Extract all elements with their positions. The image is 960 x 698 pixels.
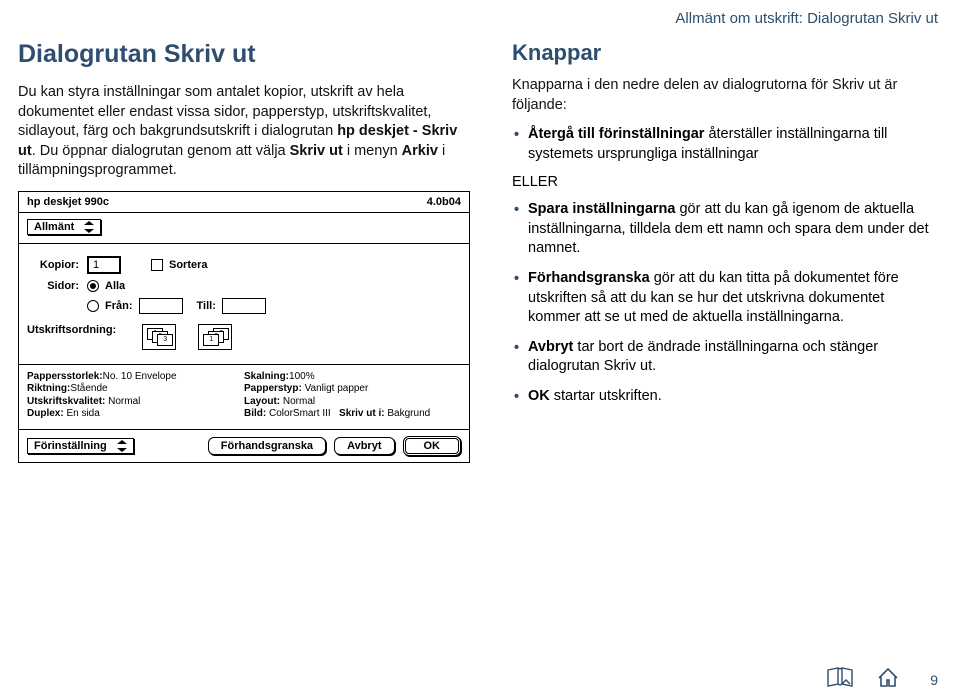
- sum-bg-k: Skriv ut i:: [339, 408, 385, 419]
- list-item: OK startar utskriften.: [512, 387, 940, 407]
- intro-text-e: i menyn: [343, 143, 402, 159]
- bullet-bold: Återgå till förinställningar: [528, 126, 704, 142]
- sum-orient-k: Riktning:: [27, 383, 70, 394]
- ok-button[interactable]: OK: [403, 436, 462, 456]
- print-dialog: hp deskjet 990c 4.0b04 Allmänt Kopior: S…: [18, 191, 470, 463]
- bullet-bold: Förhandsgranska: [528, 270, 650, 286]
- sum-image-k: Bild:: [244, 408, 266, 419]
- sum-duplex-v: En sida: [66, 408, 99, 419]
- list-item: Förhandsgranska gör att du kan titta på …: [512, 269, 940, 328]
- print-order-back-to-front[interactable]: 321: [198, 324, 232, 350]
- sum-image-v: ColorSmart III: [269, 408, 331, 419]
- dialog-title: hp deskjet 990c: [27, 196, 109, 208]
- pages-all-radio[interactable]: [87, 280, 99, 292]
- bullet-rest: tar bort de ändrade inställningarna och …: [528, 339, 878, 375]
- sum-orient-v: Stående: [70, 383, 107, 394]
- bullet-bold: Avbryt: [528, 339, 573, 355]
- tab-selector-label: Allmänt: [34, 221, 74, 233]
- bullet-rest: startar utskriften.: [550, 388, 662, 404]
- sum-qual-v: Normal: [108, 396, 140, 407]
- sum-layout-v: Normal: [283, 396, 315, 407]
- tab-selector[interactable]: Allmänt: [27, 219, 101, 235]
- list-item: Avbryt tar bort de ändrade inställningar…: [512, 338, 940, 377]
- copies-input[interactable]: [87, 256, 121, 274]
- intro-paragraph: Du kan styra inställningar som antalet k…: [18, 83, 478, 181]
- updown-icon: [117, 440, 127, 452]
- bullet-list-1: Återgå till förinställningar återställer…: [512, 125, 940, 164]
- from-input[interactable]: [139, 298, 183, 314]
- page-running-header: Allmänt om utskrift: Dialogrutan Skriv u…: [675, 10, 938, 27]
- intro-text-c: . Du öppnar dialogrutan genom att välja: [32, 143, 290, 159]
- sum-qual-k: Utskriftskvalitet:: [27, 396, 105, 407]
- or-divider: ELLER: [512, 174, 940, 190]
- pages-label: Sidor:: [27, 280, 81, 292]
- preset-label: Förinställning: [34, 440, 107, 452]
- pages-range-radio[interactable]: [87, 300, 99, 312]
- bullet-bold: OK: [528, 388, 550, 404]
- list-item: Spara inställningarna gör att du kan gå …: [512, 200, 940, 259]
- page-number: 9: [930, 672, 938, 688]
- sum-papersize-k: Pappersstorlek:: [27, 371, 103, 382]
- pages-all-label: Alla: [105, 280, 125, 292]
- preview-button[interactable]: Förhandsgranska: [208, 437, 326, 455]
- cancel-button[interactable]: Avbryt: [334, 437, 394, 455]
- buttons-intro: Knapparna i den nedre delen av dialogrut…: [512, 76, 940, 115]
- copies-label: Kopior:: [27, 259, 81, 271]
- collate-checkbox[interactable]: [151, 259, 163, 271]
- print-order-front-to-back[interactable]: 123: [142, 324, 176, 350]
- to-input[interactable]: [222, 298, 266, 314]
- home-icon[interactable]: [876, 666, 900, 688]
- preset-dropdown[interactable]: Förinställning: [27, 438, 134, 454]
- section-buttons-title: Knappar: [512, 40, 940, 66]
- page-title: Dialogrutan Skriv ut: [18, 40, 478, 69]
- sum-ptype-v: Vanligt papper: [305, 383, 369, 394]
- sum-layout-k: Layout:: [244, 396, 280, 407]
- sum-bg-v: Bakgrund: [387, 408, 430, 419]
- collate-label: Sortera: [169, 259, 208, 271]
- sum-papersize-v: No. 10 Envelope: [103, 371, 177, 382]
- dialog-summary-block: Pappersstorlek:No. 10 Envelope Skalning:…: [19, 365, 469, 430]
- dialog-version: 4.0b04: [427, 196, 461, 208]
- sum-ptype-k: Papperstyp:: [244, 383, 302, 394]
- sum-scale-v: 100%: [289, 371, 315, 382]
- book-icon[interactable]: [826, 666, 854, 688]
- sum-duplex-k: Duplex:: [27, 408, 64, 419]
- to-label: Till:: [197, 300, 216, 312]
- updown-icon: [84, 221, 94, 233]
- print-order-label: Utskriftsordning:: [27, 324, 116, 336]
- bullet-list-2: Spara inställningarna gör att du kan gå …: [512, 200, 940, 406]
- intro-bold-file: Arkiv: [402, 143, 438, 159]
- bullet-bold: Spara inställningarna: [528, 201, 675, 217]
- sum-scale-k: Skalning:: [244, 371, 289, 382]
- from-label: Från:: [105, 300, 133, 312]
- intro-bold-print: Skriv ut: [290, 143, 343, 159]
- list-item: Återgå till förinställningar återställer…: [512, 125, 940, 164]
